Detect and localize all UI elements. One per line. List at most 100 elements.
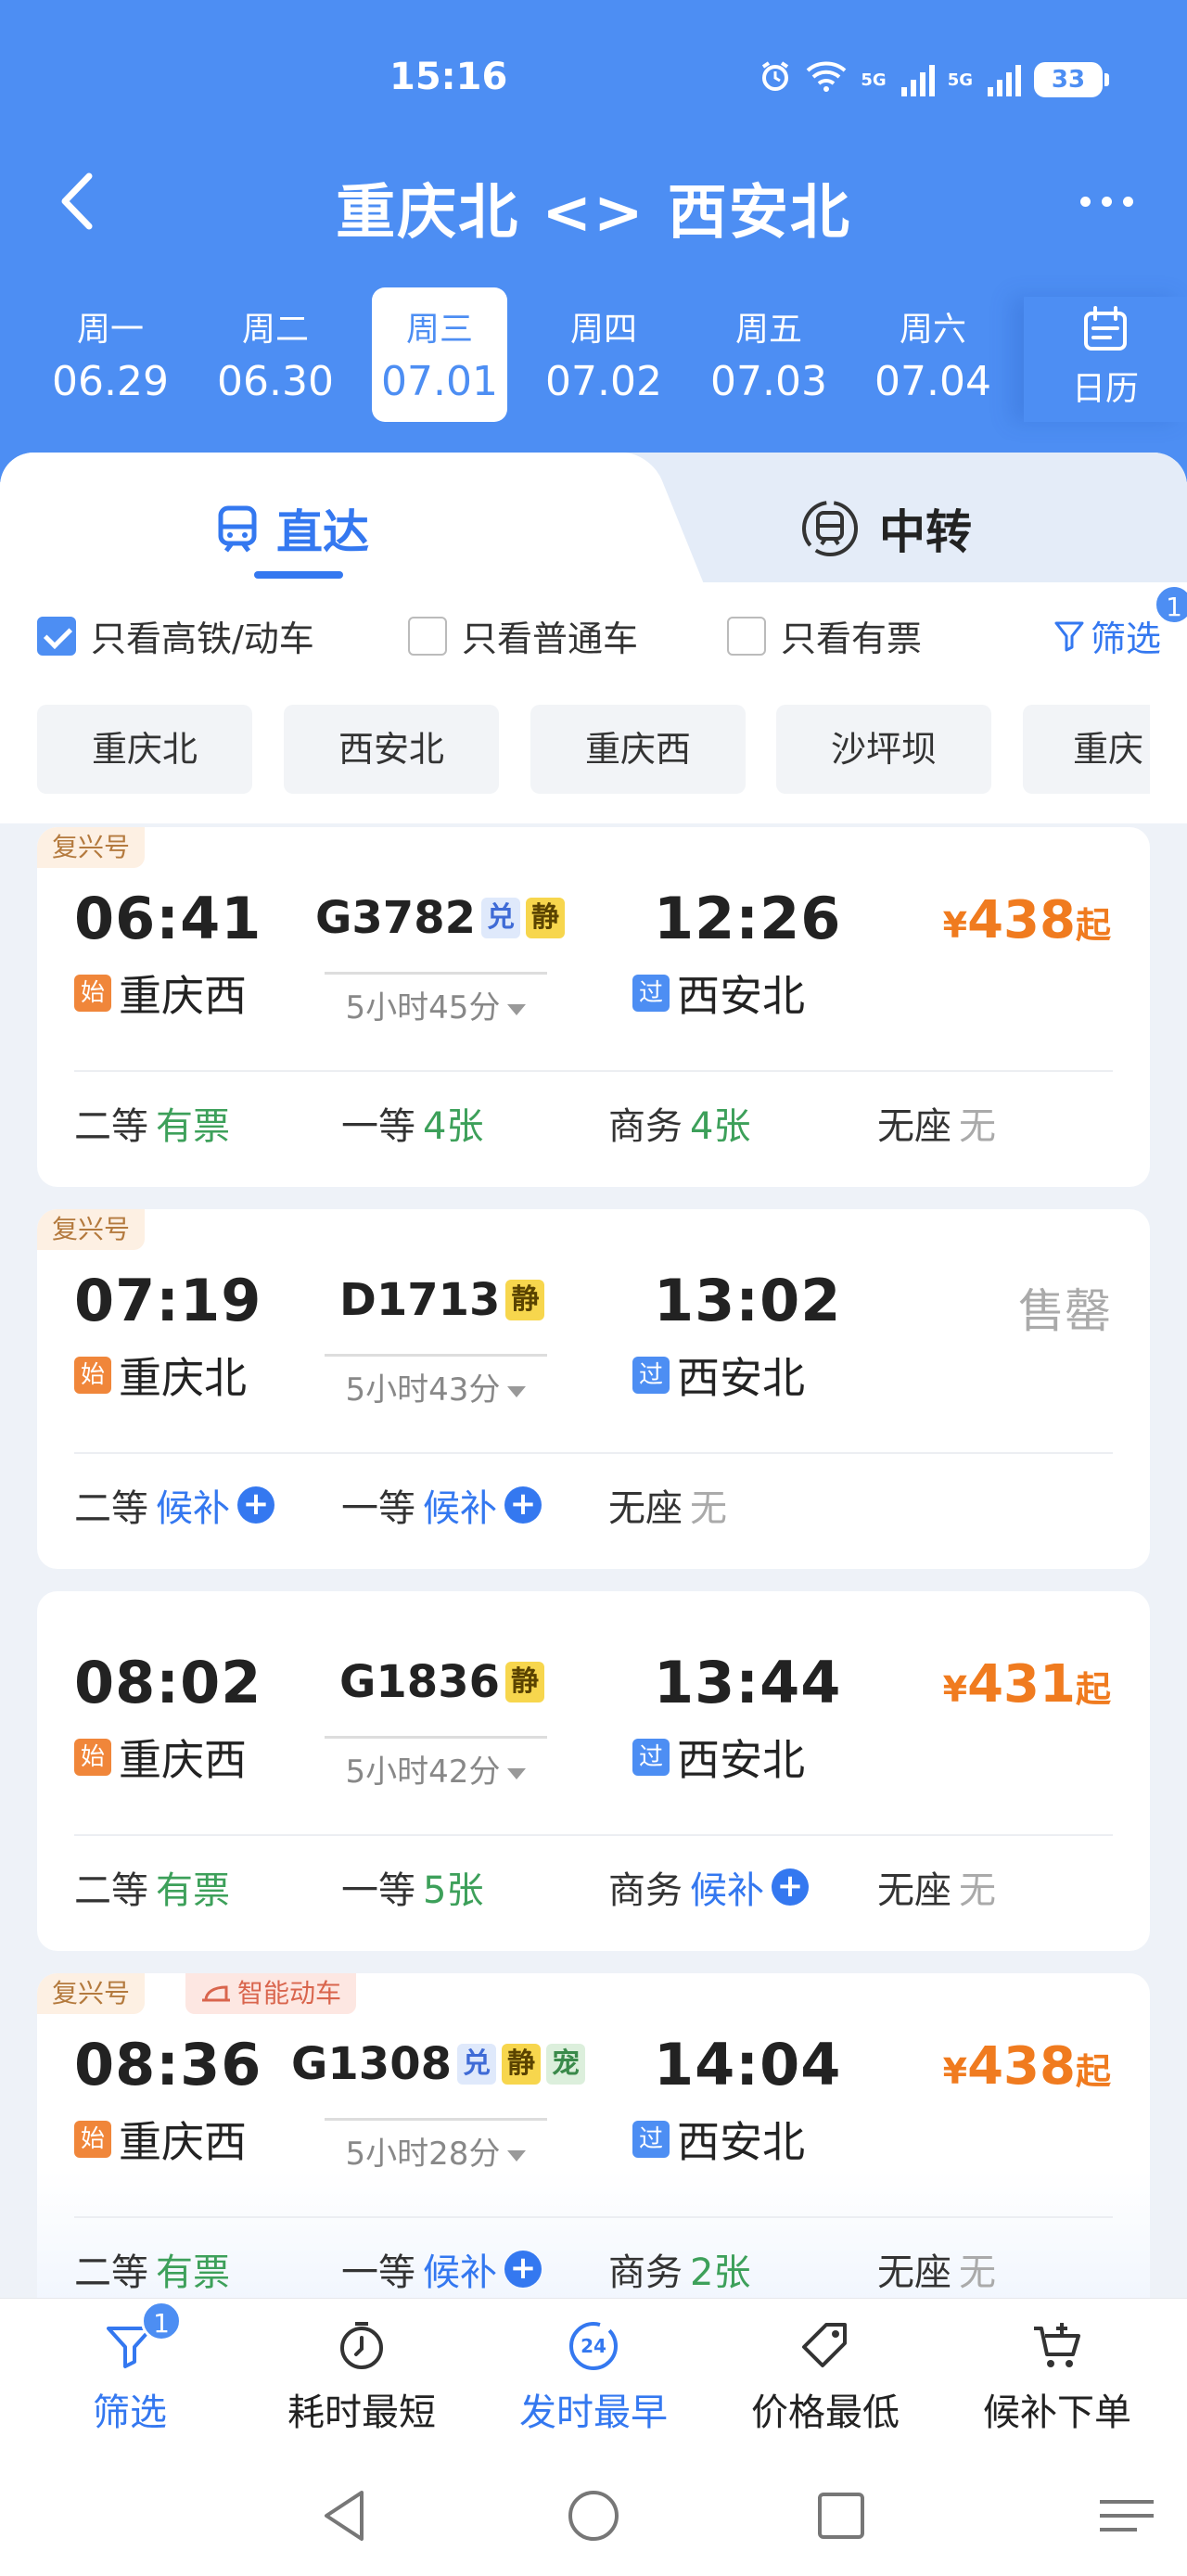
seat-class: 一等: [341, 1487, 415, 1530]
seat-class: 无座: [877, 1869, 951, 1912]
station-chip[interactable]: 重庆北: [37, 705, 252, 794]
departure-station-name: 重庆北: [119, 1353, 247, 1403]
calendar-label: 日历: [1071, 370, 1139, 408]
date-weekday: 周六: [899, 311, 966, 349]
only-regular-checkbox[interactable]: 只看普通车: [408, 610, 638, 661]
station-chips: 重庆北 西安北 重庆西 沙坪坝 重庆: [37, 705, 1150, 797]
calendar-button[interactable]: 日历: [1024, 297, 1187, 422]
station-chip[interactable]: 沙坪坝: [776, 705, 991, 794]
plus-circle-icon[interactable]: +: [772, 1868, 809, 1906]
departure-station-name: 重庆西: [119, 971, 247, 1021]
seat-class: 无座: [877, 2251, 951, 2294]
train-number: G1836: [339, 1656, 500, 1708]
price-value: 438: [967, 2036, 1076, 2097]
sort-shortest-button[interactable]: 耗时最短: [243, 2319, 480, 2436]
nav-recents-button[interactable]: [809, 2483, 874, 2552]
date-item-selected[interactable]: 周三 07.01: [372, 287, 507, 422]
seat-availability: 有票: [156, 1869, 230, 1912]
seat-first-class[interactable]: 一等 候补 +: [341, 1478, 542, 1532]
seat-business-class: 商务 2张: [608, 2242, 750, 2296]
plus-circle-icon[interactable]: +: [237, 1486, 274, 1524]
clock-24-icon: 24: [569, 2322, 618, 2370]
tab-transfer[interactable]: 中转: [799, 495, 972, 562]
train-number-group: G1308 兑 静 宠: [291, 2038, 585, 2090]
bottom-filter-badge: 1: [141, 2301, 182, 2341]
duration-text: 5小时43分: [345, 1371, 501, 1409]
train-card[interactable]: 复兴号 06:41 G3782 兑 静 12:26 ¥438起 始 重庆西 5小…: [37, 827, 1150, 1187]
date-item[interactable]: 周二 06.30: [208, 287, 343, 422]
tab-bar: 直达 中转: [0, 453, 1187, 582]
train-number-group: G1836 静: [339, 1656, 544, 1708]
train-card[interactable]: 复兴号 07:19 D1713 静 13:02 售罄 始 重庆北 5小时43分 …: [37, 1209, 1150, 1569]
date-item[interactable]: 周六 07.04: [865, 287, 1001, 422]
train-card[interactable]: 复兴号 智能动车 08:36 G1308 兑 静 宠 14:04 ¥438起 始…: [37, 1973, 1150, 2333]
seat-second-class[interactable]: 二等 候补 +: [74, 1478, 274, 1532]
seat-availability: 无: [959, 1105, 996, 1148]
arrival-station: 过 西安北: [632, 963, 805, 1024]
duration-toggle[interactable]: 5小时45分: [325, 972, 547, 1027]
fuxing-tag: 复兴号: [37, 1973, 146, 2014]
only-high-speed-checkbox[interactable]: 只看高铁/动车: [37, 610, 314, 661]
nav-back-button[interactable]: [313, 2483, 378, 2552]
sort-earliest-button[interactable]: 24 发时最早: [475, 2319, 712, 2436]
plus-circle-icon[interactable]: +: [504, 1486, 542, 1524]
filter-button[interactable]: 筛选: [1053, 610, 1161, 661]
station-chip[interactable]: 重庆: [1023, 705, 1150, 794]
smart-train-icon: [202, 1985, 230, 2002]
more-menu-button[interactable]: [1080, 197, 1133, 207]
price-currency: ¥: [942, 2051, 968, 2092]
seat-business-class[interactable]: 商务 候补 +: [608, 1860, 809, 1914]
menu-lines-icon: [1100, 2500, 1154, 2531]
start-marker: 始: [74, 1357, 111, 1394]
transfer-train-icon: [802, 501, 858, 556]
only-available-checkbox[interactable]: 只看有票: [727, 610, 922, 661]
date-item[interactable]: 周五 07.03: [701, 287, 836, 422]
seat-availability: 候补: [690, 1869, 764, 1912]
departure-station-name: 重庆西: [119, 2117, 247, 2167]
filter-row: 只看高铁/动车 只看普通车 只看有票 筛选 1: [37, 584, 1187, 666]
train-number: D1713: [339, 1274, 501, 1326]
feature-chip: 静: [526, 898, 565, 938]
waitlist-order-button[interactable]: 候补下单: [938, 2319, 1176, 2436]
nav-home-button[interactable]: [561, 2483, 626, 2552]
calendar-icon: [1084, 306, 1127, 351]
tab-direct-label: 直达: [276, 505, 369, 559]
duration-toggle[interactable]: 5小时43分: [325, 1354, 547, 1409]
price: ¥431起: [943, 1654, 1111, 1715]
duration-toggle[interactable]: 5小时42分: [325, 1736, 547, 1792]
accessibility-menu-button[interactable]: [1094, 2493, 1159, 2543]
train-icon: [218, 505, 257, 553]
plus-circle-icon[interactable]: +: [504, 2251, 542, 2288]
seat-class: 无座: [877, 1105, 951, 1148]
train-number-group: G3782 兑 静: [315, 892, 565, 944]
seat-availability: 4张: [423, 1105, 484, 1148]
wifi-icon: [805, 59, 848, 100]
date-item[interactable]: 周一 06.29: [43, 287, 178, 422]
circle-home-icon: [568, 2491, 619, 2541]
seat-class: 二等: [74, 1105, 148, 1148]
price-suffix: 起: [1075, 2051, 1111, 2092]
seat-business-class: 商务 4张: [608, 1096, 750, 1150]
station-chip[interactable]: 西安北: [284, 705, 499, 794]
battery-icon: 33: [1034, 62, 1109, 97]
duration-toggle[interactable]: 5小时28分: [325, 2118, 547, 2174]
signal-icon: [988, 63, 1021, 96]
system-navigation-bar: [0, 2455, 1187, 2576]
tab-direct[interactable]: 直达: [215, 495, 369, 562]
sort-cheapest-label: 价格最低: [751, 2391, 900, 2434]
bottom-filter-label: 筛选: [93, 2391, 167, 2434]
date-item[interactable]: 周四 07.02: [536, 287, 671, 422]
signal-icon: [900, 63, 935, 96]
departure-time: 08:36: [74, 2031, 262, 2098]
seat-first-class[interactable]: 一等 候补 +: [341, 2242, 542, 2296]
status-time: 15:16: [389, 56, 508, 98]
seat-class: 二等: [74, 2251, 148, 2294]
station-chip[interactable]: 重庆西: [530, 705, 746, 794]
departure-station: 始 重庆西: [74, 2109, 247, 2170]
train-card[interactable]: 08:02 G1836 静 13:44 ¥431起 始 重庆西 5小时42分 过…: [37, 1591, 1150, 1951]
sort-cheapest-button[interactable]: 价格最低: [707, 2319, 944, 2436]
filter-label: 筛选: [1090, 618, 1161, 659]
bottom-filter-button[interactable]: 筛选: [11, 2319, 249, 2436]
date-value: 07.03: [710, 358, 827, 405]
seat-availability: 无: [690, 1487, 727, 1530]
